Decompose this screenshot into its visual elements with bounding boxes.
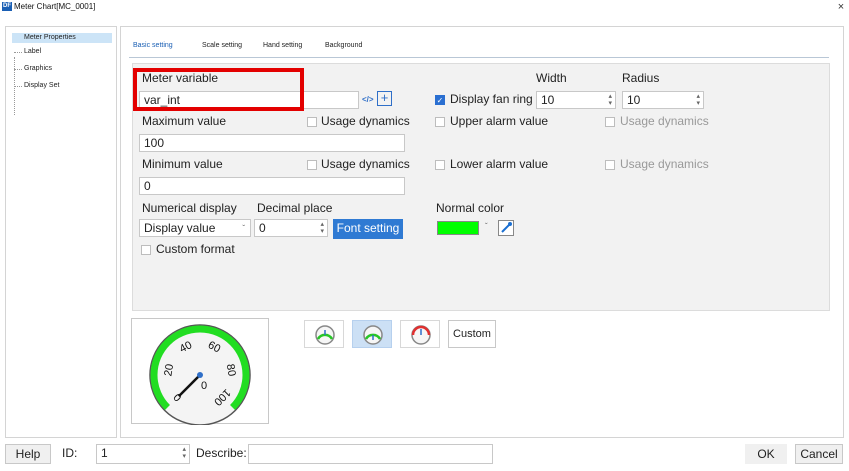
meter-style-icon <box>411 325 431 345</box>
minimum-value-input[interactable]: 0 <box>139 177 405 195</box>
tree-item-graphics[interactable]: Graphics <box>12 64 52 74</box>
tree-item-meter-properties[interactable]: Meter Properties <box>12 33 112 43</box>
width-header: Width <box>536 71 567 85</box>
lower-alarm-checkbox[interactable] <box>435 160 445 170</box>
tab-hand-setting[interactable]: Hand setting <box>263 41 302 51</box>
spinner-arrows-icon[interactable]: ▴ ▾ <box>320 221 324 235</box>
gauge-center-value: 0 <box>201 380 207 392</box>
meter-style-option-3[interactable] <box>400 320 440 348</box>
cancel-button[interactable]: Cancel <box>795 444 843 464</box>
decimal-place-spinner[interactable]: 0 ▴ ▾ <box>254 219 328 237</box>
normal-color-label: Normal color <box>436 201 505 215</box>
minimum-value-label: Minimum value <box>142 157 223 171</box>
numerical-display-label: Numerical display <box>142 201 237 215</box>
custom-format-checkbox[interactable] <box>141 245 151 255</box>
id-label: ID: <box>62 446 78 460</box>
spinner-arrows-icon[interactable]: ▴ ▾ <box>182 446 186 460</box>
radius-header: Radius <box>622 71 660 85</box>
spinner-arrows-icon[interactable]: ▴ ▾ <box>608 93 612 107</box>
numerical-display-value: Display value <box>144 221 216 235</box>
variable-code-icon[interactable]: </> <box>362 92 374 107</box>
gauge-hub <box>197 372 203 378</box>
gauge-svg: 02040 60801000 <box>149 324 251 426</box>
close-button[interactable]: × <box>835 0 847 14</box>
fan-radius-spinner[interactable]: 10 ▴ ▾ <box>622 91 704 109</box>
tree-item-label: Graphics <box>24 65 53 72</box>
upper-alarm-label: Upper alarm value <box>450 114 549 128</box>
gauge-tick-label: 80 <box>224 363 238 377</box>
eyedropper-icon[interactable] <box>498 220 514 236</box>
help-button[interactable]: Help <box>5 444 51 464</box>
meter-style-icon <box>363 325 383 345</box>
tree-item-label: Label <box>24 48 42 55</box>
property-tree: Meter Properties Label Graphics Display … <box>5 26 117 438</box>
spinner-arrows-icon[interactable]: ▴ ▾ <box>696 93 700 107</box>
title-bar: DF Meter Chart[MC_0001] × <box>0 0 849 14</box>
tree-item-label: Meter Properties <box>24 34 76 41</box>
tab-background[interactable]: Background <box>325 41 362 51</box>
describe-label: Describe: <box>196 446 247 460</box>
gauge-tick-label: 20 <box>162 363 176 377</box>
fan-width-spinner[interactable]: 10 ▴ ▾ <box>536 91 616 109</box>
chevron-down-icon[interactable]: ˇ <box>242 221 245 237</box>
maximum-value-label: Maximum value <box>142 114 227 128</box>
describe-input[interactable] <box>248 444 493 464</box>
max-usage-dynamics-label: Usage dynamics <box>321 114 410 128</box>
highlight-box <box>133 68 304 111</box>
fan-radius-value: 10 <box>627 93 641 107</box>
add-variable-icon[interactable]: + <box>377 91 392 106</box>
meter-style-icon <box>315 325 335 345</box>
meter-style-option-2[interactable] <box>352 320 392 348</box>
custom-style-button[interactable]: Custom <box>448 320 496 348</box>
meter-preview: 0 20 40 60 80 100 0 <box>131 318 269 426</box>
tree-item-display-set[interactable]: Display Set <box>12 81 59 91</box>
tree-item-label: Display Set <box>24 82 60 89</box>
lower-usage-dynamics-label: Usage dynamics <box>620 157 709 171</box>
tree-item-label-page[interactable]: Label <box>12 47 41 57</box>
fan-width-value: 10 <box>541 93 555 107</box>
lower-usage-dynamics-checkbox[interactable] <box>605 160 615 170</box>
min-usage-dynamics-checkbox[interactable] <box>307 160 317 170</box>
tab-divider <box>129 57 829 58</box>
custom-format-label: Custom format <box>156 242 235 256</box>
decimal-place-value: 0 <box>259 221 266 235</box>
app-icon: DF <box>2 2 12 11</box>
numerical-display-select[interactable]: Display value ˇ <box>139 219 251 237</box>
tab-basic-setting[interactable]: Basic setting <box>133 41 173 51</box>
font-setting-button[interactable]: Font setting <box>333 219 403 239</box>
display-fan-ring-checkbox[interactable]: ✓ <box>435 95 445 105</box>
display-fan-ring-label: Display fan ring <box>450 92 533 106</box>
min-usage-dynamics-label: Usage dynamics <box>321 157 410 171</box>
id-spinner[interactable]: 1 ▴ ▾ <box>96 444 190 464</box>
color-dropdown-icon[interactable]: ˇ <box>485 222 488 231</box>
window-title: Meter Chart[MC_0001] <box>14 2 96 11</box>
max-usage-dynamics-checkbox[interactable] <box>307 117 317 127</box>
ok-button[interactable]: OK <box>745 444 787 464</box>
id-value: 1 <box>101 446 108 460</box>
upper-usage-dynamics-label: Usage dynamics <box>620 114 709 128</box>
maximum-value-input[interactable]: 100 <box>139 134 405 152</box>
meter-style-option-1[interactable] <box>304 320 344 348</box>
tab-scale-setting[interactable]: Scale setting <box>202 41 242 51</box>
upper-alarm-checkbox[interactable] <box>435 117 445 127</box>
upper-usage-dynamics-checkbox[interactable] <box>605 117 615 127</box>
normal-color-swatch[interactable] <box>437 221 479 235</box>
decimal-place-label: Decimal place <box>257 201 333 215</box>
lower-alarm-label: Lower alarm value <box>450 157 549 171</box>
